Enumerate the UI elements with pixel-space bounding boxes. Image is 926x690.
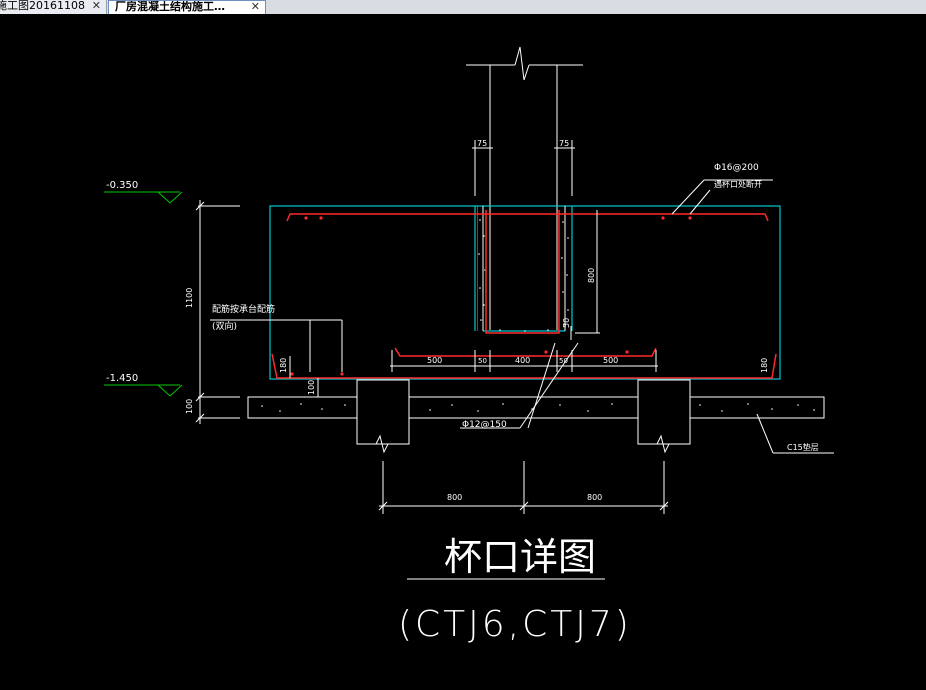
dim-800-left: 800: [447, 493, 462, 502]
dim-100-left: 100: [307, 380, 316, 395]
bedding-label: C15垫层: [787, 442, 819, 452]
dim-1100: 1100: [185, 288, 194, 308]
label-mesh-line2: (双向): [212, 320, 237, 332]
elevation-top: -0.350: [106, 180, 138, 191]
rebar-top-label: Φ16@200: [714, 163, 759, 173]
dim-75-left: 75: [477, 139, 487, 148]
dim-50: 50: [562, 318, 571, 328]
close-icon[interactable]: ✕: [251, 1, 260, 13]
dim-180-left: 180: [279, 358, 288, 373]
cad-canvas[interactable]: 75 75 -0.350 -1.450 1100 100 配筋按承台配筋 (双向…: [0, 14, 926, 690]
dim-50-a: 50: [478, 357, 487, 365]
dim-75-right: 75: [559, 139, 569, 148]
drawing-title: 杯口详图: [444, 535, 596, 579]
dim-500-left: 500: [427, 356, 442, 365]
rebar-top-note: 遇杯口处断开: [714, 179, 762, 189]
dim-800-vertical: 800: [587, 268, 596, 283]
dim-400: 400: [515, 356, 530, 365]
drawing-subtitle: (CTJ6,CTJ7): [398, 604, 632, 645]
dim-500-right: 500: [603, 356, 618, 365]
tab-label: 施工图20161108: [0, 0, 85, 12]
rebar-bottom-label: Φ12@150: [462, 420, 507, 430]
tab-drawing-20161108[interactable]: 施工图20161108 ✕: [0, 0, 107, 14]
dim-100-bed: 100: [185, 399, 194, 414]
tab-factory-structure[interactable]: 厂房混凝土结构施工… ✕: [108, 0, 266, 14]
elevation-bottom: -1.450: [106, 373, 138, 384]
tab-bar: 施工图20161108 ✕ 厂房混凝土结构施工… ✕: [0, 0, 926, 15]
tab-label: 厂房混凝土结构施工…: [115, 0, 225, 13]
label-mesh-line1: 配筋按承台配筋: [212, 303, 275, 315]
dim-180-right: 180: [760, 358, 769, 373]
dim-800-right: 800: [587, 493, 602, 502]
close-icon[interactable]: ✕: [92, 0, 101, 12]
